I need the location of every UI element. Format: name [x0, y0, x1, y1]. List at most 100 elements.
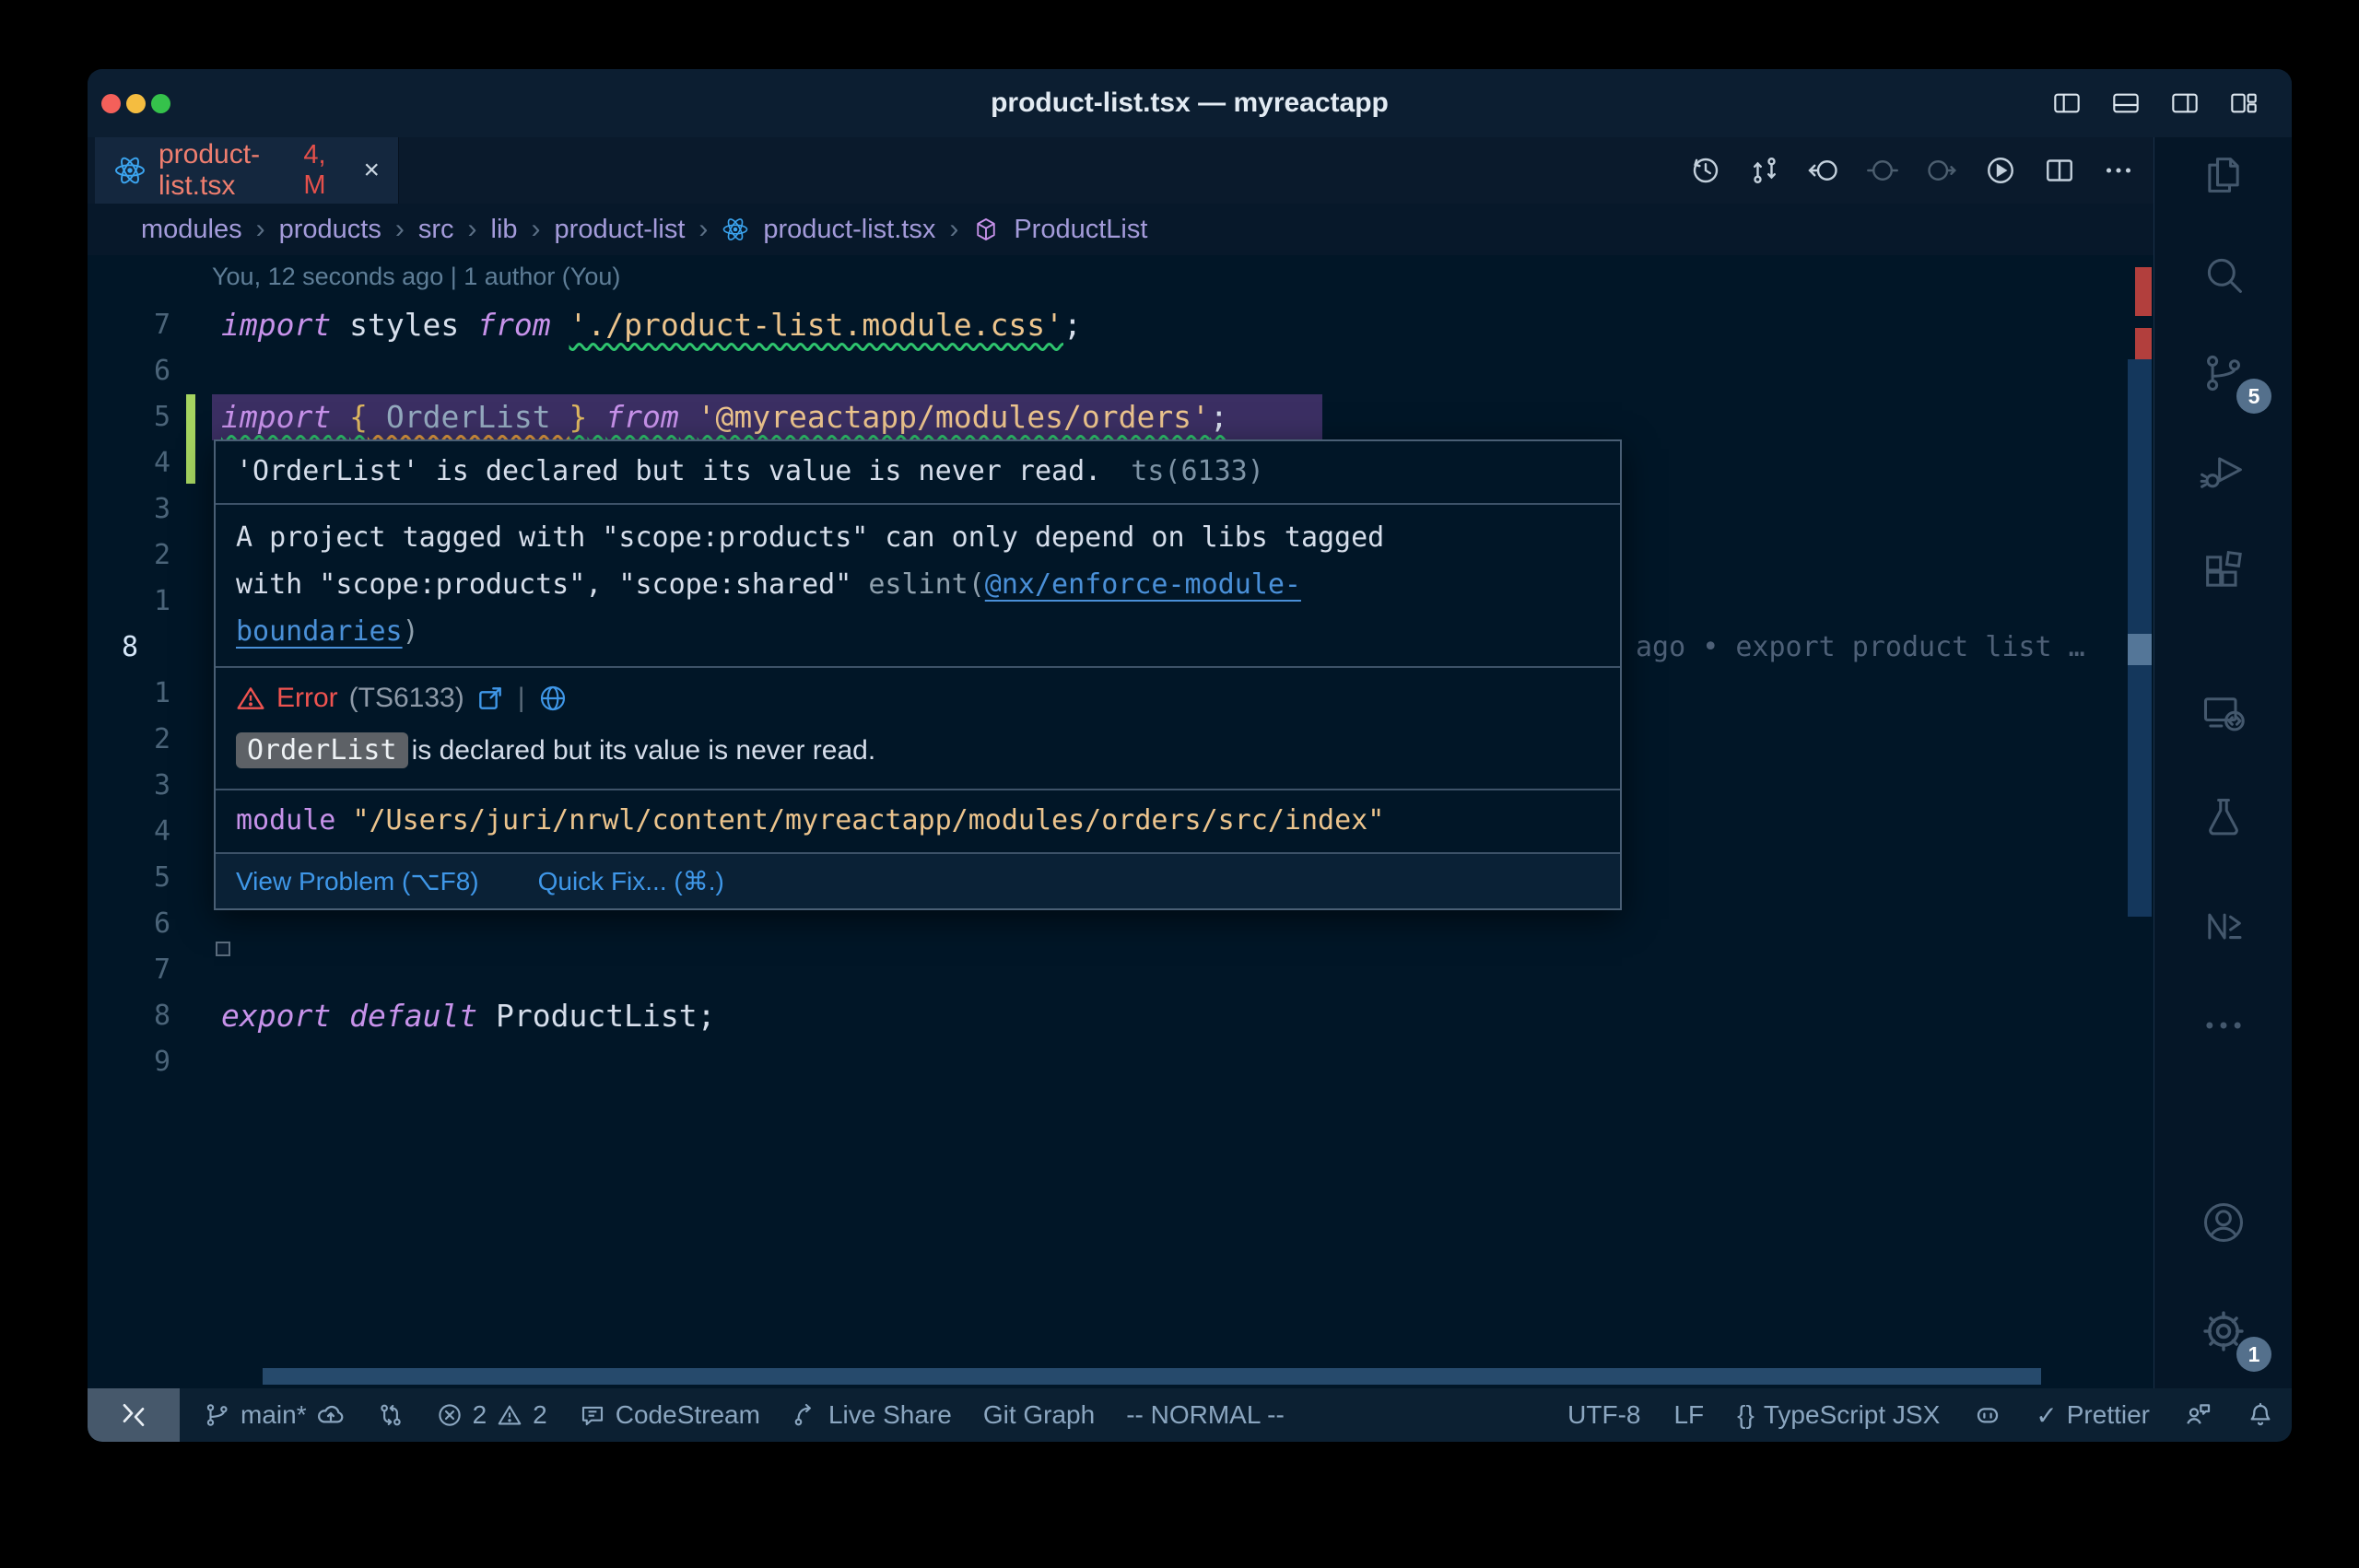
timeline-history-icon[interactable]: [1689, 154, 1722, 187]
overview-error-mark: [2135, 267, 2152, 316]
popup-resize-grip[interactable]: [216, 942, 230, 956]
line-number: 2: [106, 717, 170, 763]
quick-fix-button[interactable]: Quick Fix... (⌘.): [538, 866, 724, 896]
codestream-status-item[interactable]: CodeStream: [579, 1400, 760, 1430]
warnings-icon: [496, 1401, 523, 1429]
line-number: 8: [106, 993, 170, 1039]
diagnostic-text: 'OrderList' is declared but its value is…: [236, 455, 1101, 487]
previous-change-icon[interactable]: [1807, 154, 1840, 187]
view-problem-button[interactable]: View Problem (⌥F8): [236, 866, 479, 896]
error-count: 2: [473, 1400, 487, 1430]
code-token: }: [569, 399, 588, 435]
breadcrumb-item-product-list[interactable]: product-list: [555, 215, 686, 245]
customize-layout-icon[interactable]: [2227, 88, 2260, 118]
remote-indicator-button[interactable]: [88, 1388, 180, 1442]
extensions-icon[interactable]: [2200, 547, 2248, 595]
encoding-status-item[interactable]: UTF-8: [1567, 1400, 1640, 1430]
eslint-rule-link[interactable]: @nx/enforce-module-: [985, 568, 1301, 601]
tab-close-icon[interactable]: ×: [363, 155, 380, 186]
branch-status-item[interactable]: main*: [204, 1400, 346, 1430]
eol-status-item[interactable]: LF: [1673, 1400, 1704, 1430]
divider: |: [518, 683, 525, 714]
gitlens-compare-item[interactable]: [377, 1401, 405, 1429]
line-number: 4: [106, 809, 170, 855]
code-token: {: [349, 399, 368, 435]
diagnostic-code: ts(6133): [1131, 455, 1264, 487]
run-file-icon[interactable]: [1984, 154, 2017, 187]
line-number: 3: [106, 486, 170, 532]
vim-mode-label: -- NORMAL --: [1126, 1400, 1285, 1430]
code-line-import-orders[interactable]: import { OrderList } from '@myreactapp/m…: [221, 394, 1228, 440]
globe-icon[interactable]: [538, 684, 568, 713]
line-number: 4: [106, 440, 170, 486]
toggle-panel-icon[interactable]: [2109, 88, 2142, 118]
copilot-status-item[interactable]: [1973, 1400, 2002, 1430]
remote-icon: [119, 1400, 148, 1430]
editor-pane[interactable]: 7 6 5 4 3 2 1 8 1 2 3 4 5 6 7 8 9 You, 1…: [88, 255, 2154, 1388]
nx-console-icon[interactable]: [2200, 902, 2248, 950]
code-token: './product-list.module.css': [569, 307, 1063, 343]
vim-mode-indicator[interactable]: -- NORMAL --: [1126, 1400, 1285, 1430]
search-icon[interactable]: [2200, 251, 2248, 298]
module-path-row: module "/Users/juri/nrwl/content/myreact…: [216, 789, 1620, 852]
code-token: [679, 399, 698, 435]
external-link-icon[interactable]: [475, 684, 505, 713]
code-token: ;: [1063, 307, 1082, 343]
account-icon[interactable]: [2200, 1199, 2248, 1246]
breadcrumb-item-src[interactable]: src: [418, 215, 454, 245]
live-share-status-item[interactable]: Live Share: [792, 1400, 952, 1430]
line-number: 5: [106, 855, 170, 901]
notifications-status-item[interactable]: [2246, 1400, 2275, 1430]
ts-diagnostic-message: 'OrderList' is declared but its value is…: [216, 441, 1620, 503]
problems-status-item[interactable]: 2 2: [436, 1400, 547, 1430]
prettier-label: Prettier: [2067, 1400, 2150, 1430]
error-code: (TS6133): [349, 683, 464, 714]
git-blame-codelens[interactable]: You, 12 seconds ago | 1 author (You): [212, 263, 620, 291]
warning-count: 2: [533, 1400, 547, 1430]
code-line-export-default[interactable]: export default ProductList;: [221, 993, 715, 1039]
more-actions-icon[interactable]: [2102, 154, 2135, 187]
line-number: 6: [106, 348, 170, 394]
language-label: TypeScript JSX: [1764, 1400, 1940, 1430]
additional-views-icon[interactable]: [2200, 1001, 2248, 1049]
explorer-icon[interactable]: [2200, 151, 2248, 199]
live-share-label: Live Share: [828, 1400, 952, 1430]
breadcrumb-separator: ›: [468, 214, 477, 245]
git-branch-icon: [204, 1401, 231, 1429]
language-status-item[interactable]: {} TypeScript JSX: [1737, 1400, 1940, 1430]
tab-product-list[interactable]: product-list.tsx 4, M ×: [95, 137, 399, 204]
horizontal-scrollbar[interactable]: [263, 1368, 2041, 1385]
eslint-source: eslint(: [868, 568, 984, 601]
react-icon: [722, 216, 749, 243]
titlebar: product-list.tsx — myreactapp: [88, 69, 2292, 137]
compare-changes-icon[interactable]: [1748, 154, 1781, 187]
eslint-rule-link[interactable]: boundaries: [236, 615, 403, 648]
code-token: ProductList;: [477, 998, 715, 1034]
git-graph-status-item[interactable]: Git Graph: [983, 1400, 1095, 1430]
toggle-sidebar-right-icon[interactable]: [2168, 88, 2201, 118]
code-line-import-styles[interactable]: import styles from './product-list.modul…: [221, 302, 1082, 348]
line-number: 6: [106, 901, 170, 947]
status-right-group: UTF-8 LF {} TypeScript JSX ✓ Prettier: [1567, 1400, 2275, 1431]
breadcrumb-item-file[interactable]: product-list.tsx: [763, 215, 935, 245]
feedback-status-item[interactable]: [2183, 1400, 2212, 1430]
breadcrumb-item-symbol[interactable]: ProductList: [1014, 215, 1147, 245]
window-title: product-list.tsx — myreactapp: [88, 69, 2292, 137]
next-change-icon[interactable]: [1925, 154, 1958, 187]
error-detail-text: is declared but its value is never read.: [412, 735, 876, 766]
testing-beaker-icon[interactable]: [2200, 794, 2248, 842]
change-dot-icon[interactable]: [1866, 154, 1899, 187]
run-debug-icon[interactable]: [2200, 448, 2248, 496]
breadcrumb-separator: ›: [256, 214, 265, 245]
eslint-text-line2: with "scope:products", "scope:shared": [236, 568, 868, 601]
breadcrumb-item-lib[interactable]: lib: [491, 215, 518, 245]
breadcrumb-item-modules[interactable]: modules: [141, 215, 242, 245]
remote-explorer-icon[interactable]: [2200, 690, 2248, 738]
breadcrumb-item-products[interactable]: products: [279, 215, 381, 245]
code-token: [587, 399, 605, 435]
tab-problems-badge: 4, M: [303, 140, 342, 201]
code-token: ;: [1210, 399, 1228, 435]
prettier-status-item[interactable]: ✓ Prettier: [2036, 1400, 2150, 1431]
toggle-sidebar-left-icon[interactable]: [2050, 88, 2083, 118]
split-editor-icon[interactable]: [2043, 154, 2076, 187]
